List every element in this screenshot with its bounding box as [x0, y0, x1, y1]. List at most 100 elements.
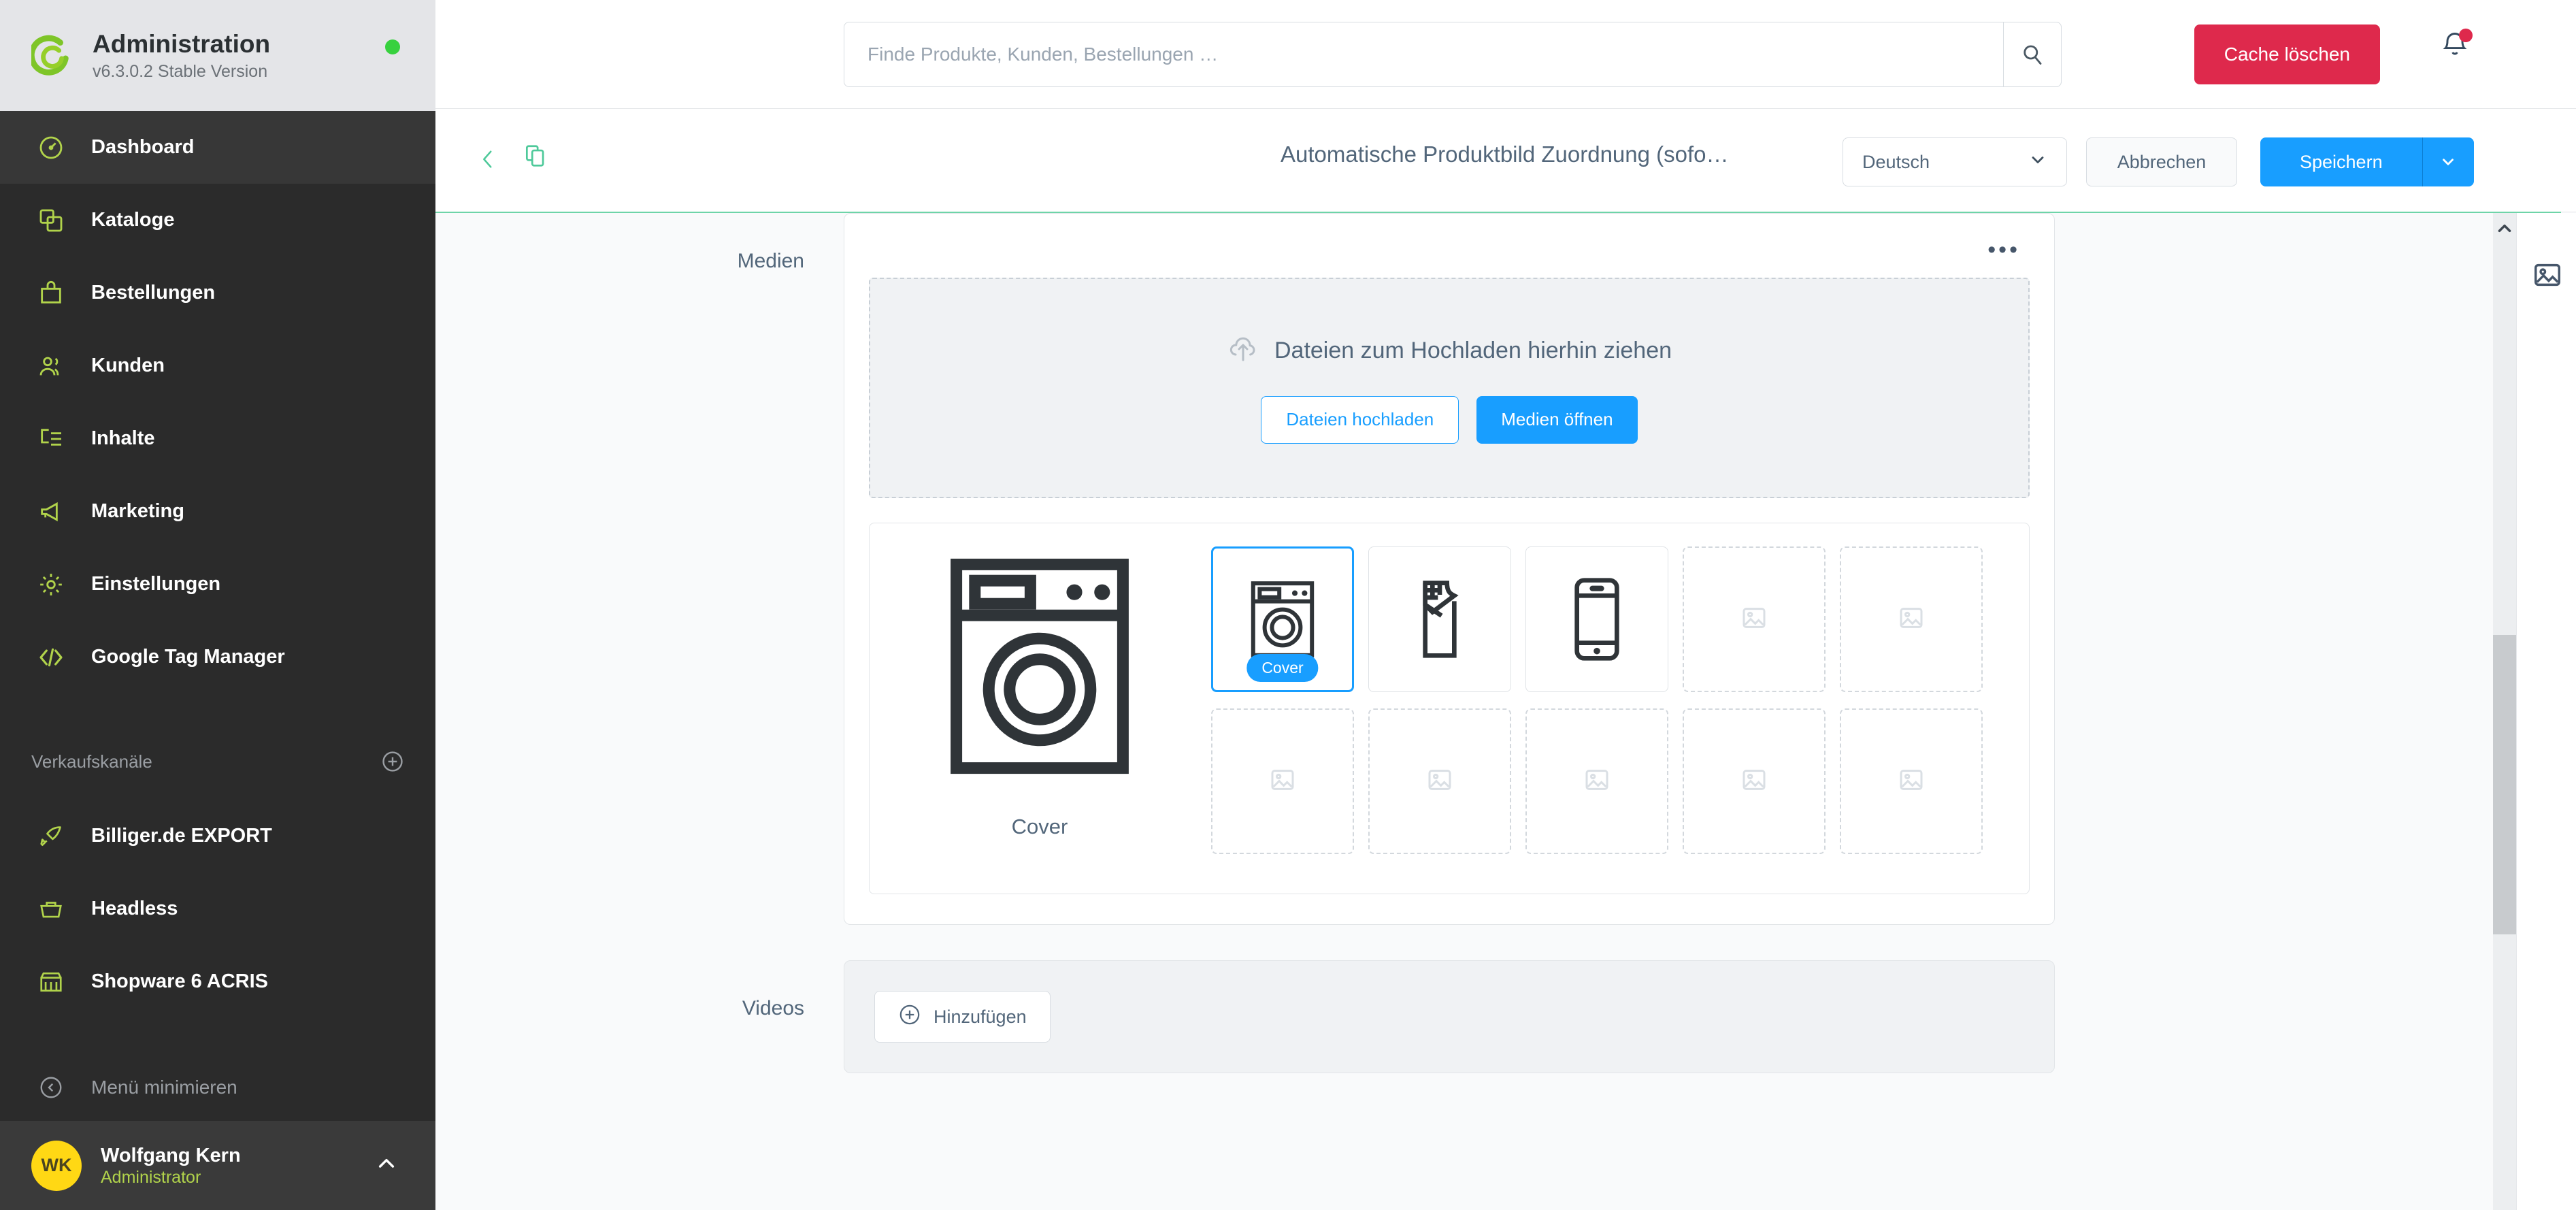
- sidebar-item-label: Einstellungen: [91, 573, 221, 595]
- media-card: ••• Dateien zum Hochladen hierhin ziehen…: [844, 213, 2055, 925]
- brand-version: v6.3.0.2 Stable Version: [93, 61, 268, 81]
- thumbnail-placeholder[interactable]: [1683, 708, 1826, 854]
- thumbnail-placeholder[interactable]: [1683, 546, 1826, 692]
- storefront-icon: [31, 969, 71, 995]
- language-select[interactable]: Deutsch: [1843, 137, 2067, 186]
- gear-icon: [31, 571, 71, 598]
- sidebar-item-kataloge[interactable]: Kataloge: [0, 184, 435, 257]
- save-button[interactable]: Speichern: [2260, 137, 2422, 186]
- thumbnail-washing-machine[interactable]: Cover: [1211, 546, 1354, 692]
- right-rail: [2516, 213, 2576, 1210]
- cover-badge: Cover: [1246, 654, 1319, 682]
- sidebar-item-label: Dashboard: [91, 136, 195, 159]
- back-icon[interactable]: [476, 144, 499, 178]
- brand-title: Administration: [93, 30, 271, 59]
- sidebar-item-label: Marketing: [91, 500, 184, 523]
- users-icon: [31, 353, 71, 380]
- open-media-button[interactable]: Medien öffnen: [1476, 395, 1638, 444]
- language-select-value: Deutsch: [1862, 151, 1930, 172]
- chevron-up-icon[interactable]: [376, 1153, 397, 1178]
- sidebar-item-einstellungen[interactable]: Einstellungen: [0, 548, 435, 621]
- sidebar-item-headless[interactable]: Headless: [0, 872, 435, 945]
- notifications-bell-icon[interactable]: [2440, 29, 2473, 63]
- cover-caption: Cover: [1011, 815, 1068, 838]
- sidebar-item-google-tag-manager[interactable]: Google Tag Manager: [0, 621, 435, 693]
- user-name: Wolfgang Kern: [101, 1144, 241, 1166]
- sidebar-item-marketing[interactable]: Marketing: [0, 475, 435, 548]
- smart-bar: Automatische Produktbild Zuordnung (sofo…: [435, 109, 2576, 212]
- brand-header: Administration v6.3.0.2 Stable Version: [0, 0, 435, 112]
- catalog-icon: [31, 207, 71, 234]
- sidebar-item-shopware-6-acris[interactable]: Shopware 6 ACRIS: [0, 945, 435, 1018]
- status-dot: [385, 39, 400, 54]
- sidebar-item-label: Shopware 6 ACRIS: [91, 970, 268, 993]
- thumbnail-placeholder[interactable]: [1525, 708, 1668, 854]
- sales-channels-list: Billiger.de EXPORT Headless Shopware 6 A…: [0, 800, 435, 1018]
- sidebar-item-label: Inhalte: [91, 427, 155, 450]
- sidebar-item-billiger-de-export[interactable]: Billiger.de EXPORT: [0, 800, 435, 872]
- basket-icon: [31, 896, 71, 922]
- shopware-logo-icon: [29, 35, 73, 77]
- save-options-chevron-down-icon[interactable]: [2422, 137, 2474, 186]
- media-panel-icon[interactable]: [2532, 259, 2563, 294]
- plus-circle-icon: [898, 1003, 921, 1031]
- upload-cloud-icon: [1227, 333, 1259, 369]
- add-sales-channel-icon[interactable]: [381, 750, 404, 773]
- thumbnail-placeholder[interactable]: [1840, 546, 1983, 692]
- image-placeholder-icon: [1583, 766, 1611, 797]
- media-context-menu-icon[interactable]: •••: [1987, 238, 2020, 261]
- notification-badge: [2459, 29, 2473, 42]
- clear-cache-button[interactable]: Cache löschen: [2194, 24, 2380, 84]
- cover-preview[interactable]: Cover: [890, 546, 1189, 870]
- thumbnail-placeholder[interactable]: [1840, 708, 1983, 854]
- thumbnail-placeholder[interactable]: [1211, 708, 1354, 854]
- scroll-up-icon[interactable]: [2493, 217, 2516, 240]
- image-placeholder-icon: [1740, 604, 1768, 635]
- sidebar-item-label: Google Tag Manager: [91, 646, 285, 668]
- sidebar-item-label: Kunden: [91, 355, 165, 377]
- chevron-left-circle-icon: [31, 1075, 71, 1100]
- gauge-icon: [31, 134, 71, 161]
- code-icon: [31, 644, 71, 671]
- search-input[interactable]: [844, 22, 2062, 87]
- sidebar-item-label: Headless: [91, 898, 178, 920]
- content-area: Medien ••• Dateien zum Hochladen hierhin…: [435, 213, 2561, 1210]
- sidebar: Administration v6.3.0.2 Stable Version D…: [0, 0, 435, 1210]
- sidebar-item-label: Kataloge: [91, 209, 175, 231]
- global-search: [844, 22, 2062, 87]
- image-placeholder-icon: [1898, 766, 1925, 797]
- media-grid: Cover Cover: [869, 523, 2030, 894]
- sidebar-item-label: Billiger.de EXPORT: [91, 825, 272, 847]
- content-scrollbar[interactable]: [2493, 213, 2516, 1210]
- image-placeholder-icon: [1898, 604, 1925, 635]
- videos-section-label: Videos: [742, 997, 804, 1019]
- thumbnail-chocolate-bar[interactable]: [1368, 546, 1511, 692]
- sidebar-item-inhalte[interactable]: Inhalte: [0, 402, 435, 475]
- media-section: Medien ••• Dateien zum Hochladen hierhin…: [435, 213, 2561, 925]
- image-placeholder-icon: [1426, 766, 1453, 797]
- washing-machine-icon: [941, 546, 1138, 786]
- sidebar-item-kunden[interactable]: Kunden: [0, 329, 435, 402]
- chevron-down-icon: [2028, 150, 2047, 174]
- thumbnail-placeholder[interactable]: [1368, 708, 1511, 854]
- search-icon[interactable]: [2003, 22, 2062, 87]
- user-profile-bar[interactable]: WK Wolfgang Kern Administrator: [0, 1121, 435, 1210]
- minimize-menu-label: Menü minimieren: [91, 1076, 237, 1098]
- image-placeholder-icon: [1269, 766, 1296, 797]
- page-title: Automatische Produktbild Zuordnung (sofo…: [1281, 142, 1729, 167]
- thumbnail-grid: Cover: [1204, 546, 2009, 870]
- save-button-group: Speichern: [2260, 137, 2474, 186]
- thumbnail-smartphone[interactable]: [1525, 546, 1668, 692]
- sidebar-item-dashboard[interactable]: Dashboard: [0, 111, 435, 184]
- upload-files-button[interactable]: Dateien hochladen: [1261, 395, 1459, 444]
- videos-section: Videos Hinzufügen: [435, 960, 2561, 1073]
- duplicate-icon[interactable]: [523, 140, 548, 175]
- cancel-button[interactable]: Abbrechen: [2086, 137, 2237, 186]
- minimize-menu-button[interactable]: Menü minimieren: [0, 1053, 435, 1121]
- sidebar-item-bestellungen[interactable]: Bestellungen: [0, 257, 435, 329]
- sidebar-item-label: Bestellungen: [91, 282, 216, 304]
- scrollbar-thumb[interactable]: [2493, 635, 2516, 934]
- media-dropzone[interactable]: Dateien zum Hochladen hierhin ziehen Dat…: [869, 278, 2030, 498]
- add-video-button[interactable]: Hinzufügen: [874, 991, 1051, 1043]
- content-icon: [31, 425, 71, 453]
